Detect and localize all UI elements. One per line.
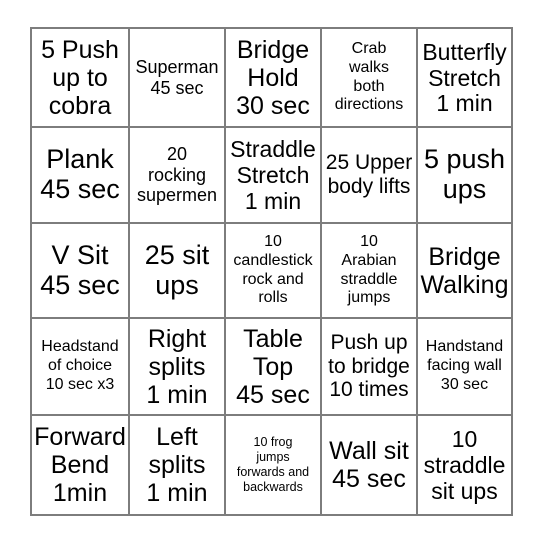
bingo-cell-r2c1[interactable]: Plank 45 sec bbox=[32, 128, 130, 224]
bingo-cell-r3c2[interactable]: 25 sit ups bbox=[130, 224, 226, 319]
bingo-cell-text: Butterfly Stretch 1 min bbox=[422, 38, 507, 117]
bingo-cell-text: Headstand of choice 10 sec x3 bbox=[41, 338, 119, 393]
bingo-cell-text: Straddle Stretch 1 min bbox=[230, 136, 316, 214]
bingo-cell-text: 10 straddle sit ups bbox=[423, 426, 506, 504]
bingo-cell-r5c3[interactable]: 10 frog jumps forwards and backwards bbox=[226, 416, 322, 516]
bingo-card-page: 5 Push up to cobra Superman 45 sec Bridg… bbox=[0, 0, 544, 544]
bingo-cell-r1c3[interactable]: Bridge Hold 30 sec bbox=[226, 29, 322, 128]
bingo-cell-text: Push up to bridge 10 times bbox=[328, 330, 410, 402]
bingo-cell-r1c5[interactable]: Butterfly Stretch 1 min bbox=[418, 29, 513, 128]
bingo-cell-text: 20 rocking supermen bbox=[136, 143, 218, 206]
bingo-cell-text: Bridge Walking bbox=[420, 242, 509, 299]
bingo-cell-text: 25 sit ups bbox=[144, 239, 210, 300]
bingo-cell-r5c5[interactable]: 10 straddle sit ups bbox=[418, 416, 513, 516]
bingo-cell-r4c1[interactable]: Headstand of choice 10 sec x3 bbox=[32, 319, 130, 416]
bingo-cell-text: Wall sit 45 sec bbox=[329, 437, 409, 493]
bingo-cell-text: V Sit 45 sec bbox=[40, 239, 120, 300]
bingo-cell-text: Left splits 1 min bbox=[146, 423, 208, 507]
bingo-cell-text: Bridge Hold 30 sec bbox=[236, 35, 310, 120]
bingo-cell-r5c2[interactable]: Left splits 1 min bbox=[130, 416, 226, 516]
bingo-cell-r3c4[interactable]: 10 Arabian straddle jumps bbox=[322, 224, 418, 319]
bingo-cell-r4c4[interactable]: Push up to bridge 10 times bbox=[322, 319, 418, 416]
bingo-cell-text: Table Top 45 sec bbox=[236, 324, 310, 409]
bingo-cell-text: 25 Upper body lifts bbox=[325, 151, 413, 198]
bingo-cell-r2c2[interactable]: 20 rocking supermen bbox=[130, 128, 226, 224]
bingo-cell-r2c3[interactable]: Straddle Stretch 1 min bbox=[226, 128, 322, 224]
bingo-cell-r2c5[interactable]: 5 push ups bbox=[418, 128, 513, 224]
bingo-cell-text: 5 Push up to cobra bbox=[41, 35, 119, 120]
bingo-cell-r3c5[interactable]: Bridge Walking bbox=[418, 224, 513, 319]
bingo-cell-text: 10 Arabian straddle jumps bbox=[340, 232, 398, 307]
bingo-cell-text: Crab walks both directions bbox=[334, 39, 404, 114]
bingo-cell-r2c4[interactable]: 25 Upper body lifts bbox=[322, 128, 418, 224]
bingo-cell-text: Handstand facing wall 30 sec bbox=[425, 338, 504, 393]
bingo-cell-text: Right splits 1 min bbox=[146, 324, 208, 409]
bingo-cell-r4c2[interactable]: Right splits 1 min bbox=[130, 319, 226, 416]
bingo-cell-text: Forward Bend 1min bbox=[34, 423, 126, 507]
bingo-cell-text: Superman 45 sec bbox=[135, 56, 219, 98]
bingo-cell-text: 10 frog jumps forwards and backwards bbox=[236, 434, 310, 495]
bingo-cell-text: Plank 45 sec bbox=[40, 144, 120, 204]
bingo-cell-r3c1[interactable]: V Sit 45 sec bbox=[32, 224, 130, 319]
bingo-cell-r1c1[interactable]: 5 Push up to cobra bbox=[32, 29, 130, 128]
bingo-cell-text: 10 candlestick rock and rolls bbox=[233, 232, 313, 307]
bingo-grid: 5 Push up to cobra Superman 45 sec Bridg… bbox=[30, 27, 513, 516]
bingo-cell-r3c3[interactable]: 10 candlestick rock and rolls bbox=[226, 224, 322, 319]
bingo-cell-text: 5 push ups bbox=[423, 144, 506, 204]
bingo-cell-r1c4[interactable]: Crab walks both directions bbox=[322, 29, 418, 128]
bingo-cell-r5c4[interactable]: Wall sit 45 sec bbox=[322, 416, 418, 516]
bingo-cell-r5c1[interactable]: Forward Bend 1min bbox=[32, 416, 130, 516]
bingo-cell-r4c5[interactable]: Handstand facing wall 30 sec bbox=[418, 319, 513, 416]
bingo-cell-r4c3[interactable]: Table Top 45 sec bbox=[226, 319, 322, 416]
bingo-cell-r1c2[interactable]: Superman 45 sec bbox=[130, 29, 226, 128]
